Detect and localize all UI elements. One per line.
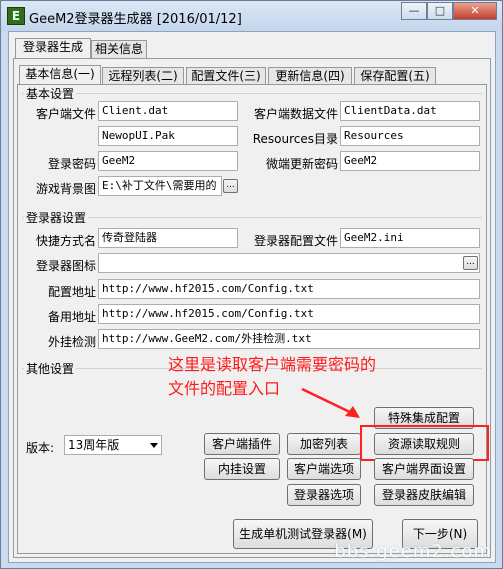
group-line	[22, 93, 482, 94]
version-label: 版本:	[26, 441, 55, 455]
config-url-label: 配置地址	[47, 285, 96, 299]
app-icon: E	[7, 7, 25, 25]
app-window: E GeeM2登录器生成器 [2016/01/12] — □ ✕ 登录器生成 相…	[0, 0, 503, 569]
inner-hang-button[interactable]: 内挂设置	[204, 458, 280, 480]
shortcut-label: 快捷方式名	[35, 234, 96, 248]
maximize-button[interactable]: □	[427, 2, 453, 20]
client-file-field[interactable]: Client.dat	[98, 101, 238, 121]
annotation-line-1: 这里是读取客户端需要密码的	[168, 355, 377, 374]
plugin-check-field[interactable]: http://www.GeeM2.com/外挂检测.txt	[98, 329, 480, 349]
login-password-label: 登录密码	[47, 157, 96, 171]
login-options-button[interactable]: 登录器选项	[287, 484, 361, 506]
close-button[interactable]: ✕	[453, 2, 497, 20]
highlight-box	[360, 425, 489, 461]
tab-remote-list[interactable]: 远程列表(二)	[102, 67, 184, 85]
browse-background-button[interactable]: ...	[223, 179, 238, 193]
launcher-icon-field[interactable]	[98, 253, 480, 273]
tab-config-file[interactable]: 配置文件(三)	[186, 67, 266, 85]
tab-basic-info[interactable]: 基本信息(一)	[19, 65, 101, 85]
encrypt-list-button[interactable]: 加密列表	[287, 433, 361, 455]
plugin-check-label: 外挂检测	[47, 335, 96, 349]
background-field[interactable]: E:\补丁文件\需要用的	[98, 176, 222, 196]
window-title: GeeM2登录器生成器 [2016/01/12]	[29, 12, 242, 27]
update-password-field[interactable]: GeeM2	[340, 151, 480, 171]
client-ui-button[interactable]: 客户端界面设置	[374, 458, 474, 480]
config-url-field[interactable]: http://www.hf2015.com/Config.txt	[98, 279, 480, 299]
update-password-label: 微端更新密码	[265, 157, 338, 171]
client-data-field[interactable]: ClientData.dat	[340, 101, 480, 121]
launcher-icon-label: 登录器图标	[35, 259, 96, 273]
launcher-config-label: 登录器配置文件	[253, 234, 338, 248]
minimize-button[interactable]: —	[401, 2, 427, 20]
tab-related-info[interactable]: 相关信息	[91, 40, 147, 59]
launcher-config-field[interactable]: GeeM2.ini	[340, 228, 480, 248]
tab-save-config[interactable]: 保存配置(五)	[354, 67, 436, 85]
backup-url-label: 备用地址	[47, 310, 96, 324]
version-select[interactable]: 13周年版	[64, 435, 162, 455]
group-title-basic: 基本设置	[24, 85, 77, 102]
annotation-arrow-icon	[301, 387, 360, 418]
tab-generator[interactable]: 登录器生成	[15, 38, 91, 60]
group-title-launcher: 登录器设置	[24, 209, 89, 226]
login-password-field[interactable]: GeeM2	[98, 151, 238, 171]
background-label: 游戏背景图	[35, 182, 96, 196]
basic-info-page: 基本设置 客户端文件 Client.dat 客户端数据文件 ClientData…	[17, 84, 489, 554]
maximize-icon: □	[434, 4, 446, 17]
watermark: bbs.geem2.com	[334, 541, 492, 562]
resources-label: Resources目录	[252, 132, 338, 146]
client-plugin-button[interactable]: 客户端插件	[204, 433, 280, 455]
login-skin-button[interactable]: 登录器皮肤编辑	[374, 484, 474, 506]
generator-panel: 基本信息(一) 远程列表(二) 配置文件(三) 更新信息(四) 保存配置(五) …	[13, 58, 491, 558]
shortcut-field[interactable]: 传奇登陆器	[98, 228, 238, 248]
chevron-down-icon	[150, 443, 158, 448]
backup-url-field[interactable]: http://www.hf2015.com/Config.txt	[98, 304, 480, 324]
annotation-line-2: 文件的配置入口	[168, 379, 281, 398]
minimize-icon: —	[408, 4, 420, 17]
newpop-field[interactable]: NewopUI.Pak	[98, 126, 238, 146]
browse-icon-button[interactable]: ...	[463, 256, 478, 270]
client-data-label: 客户端数据文件	[253, 107, 338, 121]
version-selected: 13周年版	[68, 438, 120, 452]
title-bar: E GeeM2登录器生成器 [2016/01/12] — □ ✕	[1, 1, 502, 31]
close-icon: ✕	[470, 4, 480, 17]
group-line	[22, 217, 482, 218]
client-options-button[interactable]: 客户端选项	[287, 458, 361, 480]
resources-field[interactable]: Resources	[340, 126, 480, 146]
tab-update-info[interactable]: 更新信息(四)	[268, 67, 352, 85]
group-title-other: 其他设置	[24, 360, 77, 377]
client-file-label: 客户端文件	[35, 107, 96, 121]
client-area: 登录器生成 相关信息 基本信息(一) 远程列表(二) 配置文件(三) 更新信息(…	[8, 31, 496, 563]
